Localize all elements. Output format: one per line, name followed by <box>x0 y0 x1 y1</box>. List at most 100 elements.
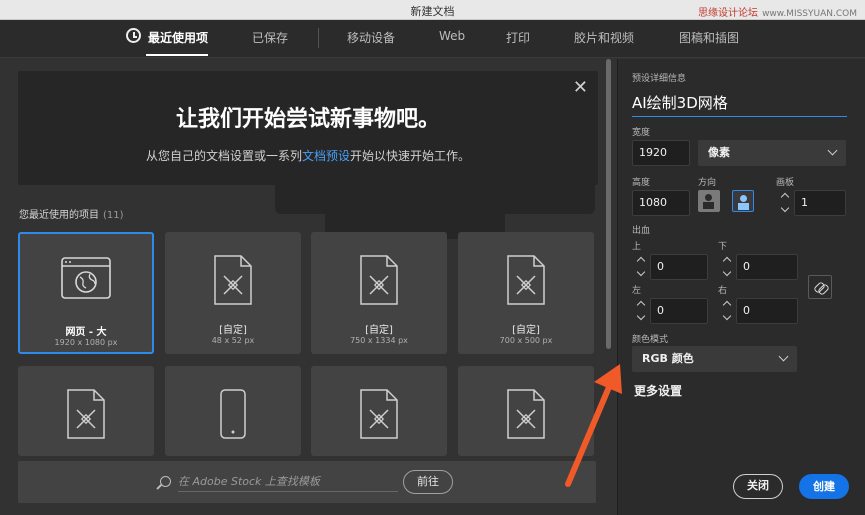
custom-document-icon <box>360 255 398 305</box>
width-field[interactable]: 1920 <box>632 140 690 166</box>
active-tab-underline <box>146 54 208 56</box>
search-icon <box>160 476 171 487</box>
color-mode-dropdown[interactable]: RGB 颜色 <box>632 346 797 372</box>
bleed-left-label: 左 <box>632 286 642 296</box>
create-button[interactable]: 创建 <box>799 474 849 499</box>
phone-icon <box>220 389 246 439</box>
recent-item-name: [自定] <box>365 325 393 336</box>
banner-subtitle-start: 从您自己的文档设置或一系列 <box>145 149 302 163</box>
watermark-text: 思缘设计论坛 <box>698 8 759 19</box>
recent-items-heading: 您最近使用的项目 (11) <box>19 206 124 221</box>
recent-item-size: 48 x 52 px <box>211 336 255 345</box>
banner-shadow <box>275 174 595 214</box>
chevron-up-icon <box>722 256 732 266</box>
templates-scrollbar[interactable] <box>606 59 611 349</box>
recent-item-card[interactable]: [自定] 700 x 500 px <box>458 232 594 354</box>
recent-item-card[interactable]: 网页 - 大 1920 x 1080 px <box>18 232 154 354</box>
bleed-bottom-label: 下 <box>718 242 728 252</box>
unit-dropdown[interactable]: 像素 <box>698 140 846 166</box>
bleed-right-label: 右 <box>718 286 728 296</box>
banner-subtitle-end: 开始以快速开始工作。 <box>350 149 471 163</box>
recent-item-card[interactable] <box>165 366 301 456</box>
custom-document-icon <box>67 389 105 439</box>
bleed-right-stepper[interactable] <box>720 298 736 324</box>
chevron-down-icon <box>636 267 646 277</box>
banner-subtitle: 从您自己的文档设置或一系列文档预设开始以快速开始工作。 <box>18 147 598 164</box>
height-label: 高度 <box>632 178 651 188</box>
custom-document-icon <box>214 255 252 305</box>
recent-item-card[interactable] <box>311 366 447 456</box>
tab-print[interactable]: 打印 <box>506 29 530 46</box>
recent-item-size: 700 x 500 px <box>499 336 553 345</box>
preset-details-panel: 预设详细信息 AI绘制3D网格 宽度 1920 像素 高度 1080 方向 画板… <box>617 59 865 515</box>
unit-value: 像素 <box>708 146 730 159</box>
orientation-label: 方向 <box>698 178 717 188</box>
clock-icon <box>126 28 141 43</box>
stock-search-bar: 前往 <box>18 461 596 503</box>
close-icon[interactable]: ✕ <box>573 77 588 98</box>
tab-mobile[interactable]: 移动设备 <box>347 29 395 46</box>
landscape-orientation-button[interactable] <box>732 190 754 212</box>
tab-saved[interactable]: 已保存 <box>252 29 288 46</box>
height-field[interactable]: 1080 <box>632 190 690 216</box>
color-mode-value: RGB 颜色 <box>642 352 694 365</box>
tab-film-video[interactable]: 胶片和视频 <box>574 29 634 46</box>
templates-pane: 让我们开始尝试新事物吧。 从您自己的文档设置或一系列文档预设开始以快速开始工作。… <box>0 59 617 515</box>
link-bleed-icon[interactable] <box>808 275 832 299</box>
color-mode-label: 颜色模式 <box>632 335 669 345</box>
stock-search-input[interactable] <box>178 472 398 492</box>
chevron-down-icon <box>827 145 838 156</box>
bleed-label: 出血 <box>632 226 651 236</box>
welcome-banner: 让我们开始尝试新事物吧。 从您自己的文档设置或一系列文档预设开始以快速开始工作。… <box>18 71 598 185</box>
go-button[interactable]: 前往 <box>403 470 453 494</box>
close-button[interactable]: 关闭 <box>733 474 783 499</box>
more-settings-button[interactable]: 更多设置 <box>634 382 682 399</box>
recent-item-card[interactable] <box>18 366 154 456</box>
bleed-right-field[interactable]: 0 <box>736 298 798 324</box>
portrait-icon <box>703 194 714 209</box>
recent-item-card[interactable]: [自定] 750 x 1334 px <box>311 232 447 354</box>
recent-item-name: [自定] <box>219 325 247 336</box>
chevron-down-icon <box>780 203 790 213</box>
bleed-bottom-field[interactable]: 0 <box>736 254 798 280</box>
tab-recent[interactable]: 最近使用项 <box>148 29 208 46</box>
recent-item-name: 网页 - 大 <box>65 327 107 338</box>
bleed-left-stepper[interactable] <box>634 298 650 324</box>
bleed-bottom-stepper[interactable] <box>720 254 736 280</box>
web-globe-icon <box>61 257 111 299</box>
tab-web[interactable]: Web <box>439 29 465 43</box>
bleed-top-field[interactable]: 0 <box>650 254 708 280</box>
bleed-left-field[interactable]: 0 <box>650 298 708 324</box>
recent-item-card[interactable] <box>458 366 594 456</box>
chevron-up-icon <box>780 192 790 202</box>
chevron-up-icon <box>722 300 732 310</box>
chevron-up-icon <box>636 256 646 266</box>
chevron-down-icon <box>722 311 732 321</box>
window-titlebar: 新建文档 思缘设计论坛 www.MISSYUAN.COM <box>0 0 865 20</box>
recent-item-card[interactable]: [自定] 48 x 52 px <box>165 232 301 354</box>
preset-details-label: 预设详细信息 <box>632 74 687 84</box>
chevron-down-icon <box>722 267 732 277</box>
custom-document-icon <box>507 389 545 439</box>
watermark: 思缘设计论坛 www.MISSYUAN.COM <box>698 4 857 19</box>
recent-item-size: 1920 x 1080 px <box>54 338 118 347</box>
recent-items-count: (11) <box>103 210 124 221</box>
custom-document-icon <box>360 389 398 439</box>
artboards-label: 画板 <box>776 178 795 188</box>
bleed-top-stepper[interactable] <box>634 254 650 280</box>
artboards-field[interactable]: 1 <box>794 190 846 216</box>
preset-name-input[interactable]: AI绘制3D网格 <box>632 89 847 117</box>
portrait-orientation-button[interactable] <box>698 190 720 212</box>
width-label: 宽度 <box>632 128 651 138</box>
artboards-stepper[interactable] <box>778 190 794 216</box>
landscape-icon <box>738 195 749 210</box>
tab-art-illustration[interactable]: 图稿和插图 <box>679 29 739 46</box>
tab-separator <box>318 28 319 48</box>
recent-items-label: 您最近使用的项目 <box>19 210 99 221</box>
recent-item-size: 750 x 1334 px <box>350 336 408 345</box>
banner-title: 让我们开始尝试新事物吧。 <box>175 107 440 132</box>
document-presets-link[interactable]: 文档预设 <box>302 149 350 163</box>
bleed-top-label: 上 <box>632 242 642 252</box>
recent-item-name: [自定] <box>512 325 540 336</box>
chevron-up-icon <box>636 300 646 310</box>
